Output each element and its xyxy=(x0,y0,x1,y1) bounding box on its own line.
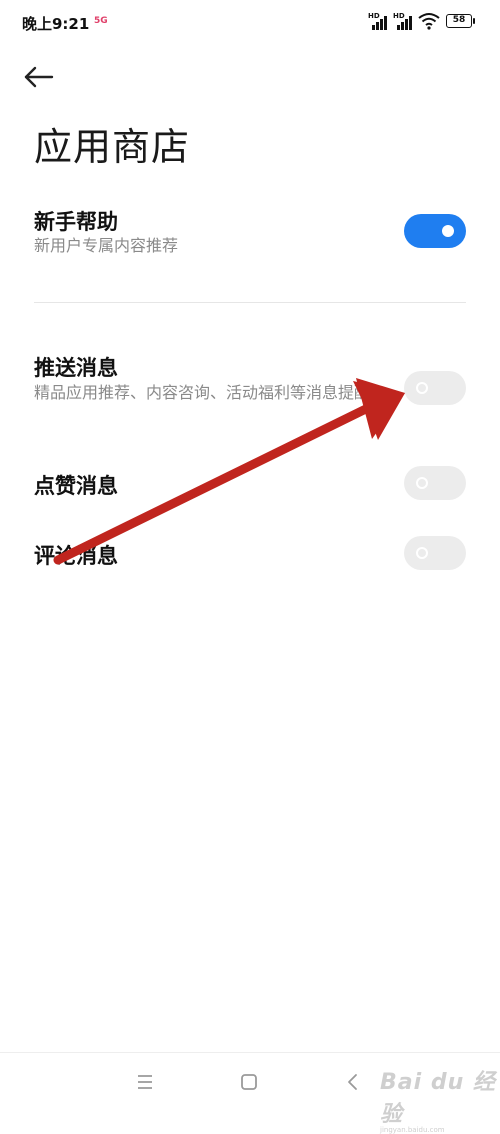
wifi-icon xyxy=(418,13,440,30)
status-bar: 晚上9:21 5G HD HD 58 xyxy=(0,0,500,48)
toggle-knob xyxy=(416,477,428,489)
section-divider xyxy=(34,302,466,303)
setting-title: 新手帮助 xyxy=(34,210,118,234)
setting-title: 推送消息 xyxy=(34,356,118,380)
watermark-text: Bai du 经验 xyxy=(380,1070,496,1127)
baidu-watermark: Bai du 经验 jingyan.baidu.com xyxy=(380,1064,500,1134)
status-time: 晚上9:21 xyxy=(22,15,90,33)
home-icon[interactable] xyxy=(234,1067,264,1097)
cellular-signal-icon: HD xyxy=(393,12,415,30)
toggle-knob xyxy=(442,225,454,237)
newbie-help-toggle[interactable] xyxy=(404,214,466,248)
push-messages-toggle[interactable] xyxy=(404,371,466,405)
setting-row-comment-messages[interactable]: 评论消息 xyxy=(0,530,500,580)
menu-icon[interactable] xyxy=(130,1067,160,1097)
comment-messages-toggle[interactable] xyxy=(404,536,466,570)
watermark-sub: jingyan.baidu.com xyxy=(380,1126,445,1134)
toggle-knob xyxy=(416,382,428,394)
battery-icon: 58 xyxy=(446,14,475,28)
battery-level: 58 xyxy=(452,15,466,25)
hd-label: HD xyxy=(368,12,380,20)
setting-row-push-messages[interactable]: 推送消息 精品应用推荐、内容咨询、活动福利等消息提醒 xyxy=(0,344,500,444)
back-icon[interactable] xyxy=(338,1067,368,1097)
setting-title: 点赞消息 xyxy=(34,474,118,498)
back-arrow-icon[interactable] xyxy=(22,60,56,94)
toggle-knob xyxy=(416,547,428,559)
cellular-signal-icon: HD xyxy=(368,12,390,30)
setting-subtitle: 新用户专属内容推荐 xyxy=(34,236,179,255)
setting-row-like-messages[interactable]: 点赞消息 xyxy=(0,460,500,510)
setting-row-newbie-help[interactable]: 新手帮助 新用户专属内容推荐 xyxy=(0,196,500,276)
page-title: 应用商店 xyxy=(34,125,191,169)
network-5g-badge: 5G xyxy=(94,16,108,26)
like-messages-toggle[interactable] xyxy=(404,466,466,500)
hd-label: HD xyxy=(393,12,405,20)
setting-title: 评论消息 xyxy=(34,544,118,568)
setting-subtitle: 精品应用推荐、内容咨询、活动福利等消息提醒 xyxy=(34,383,371,402)
